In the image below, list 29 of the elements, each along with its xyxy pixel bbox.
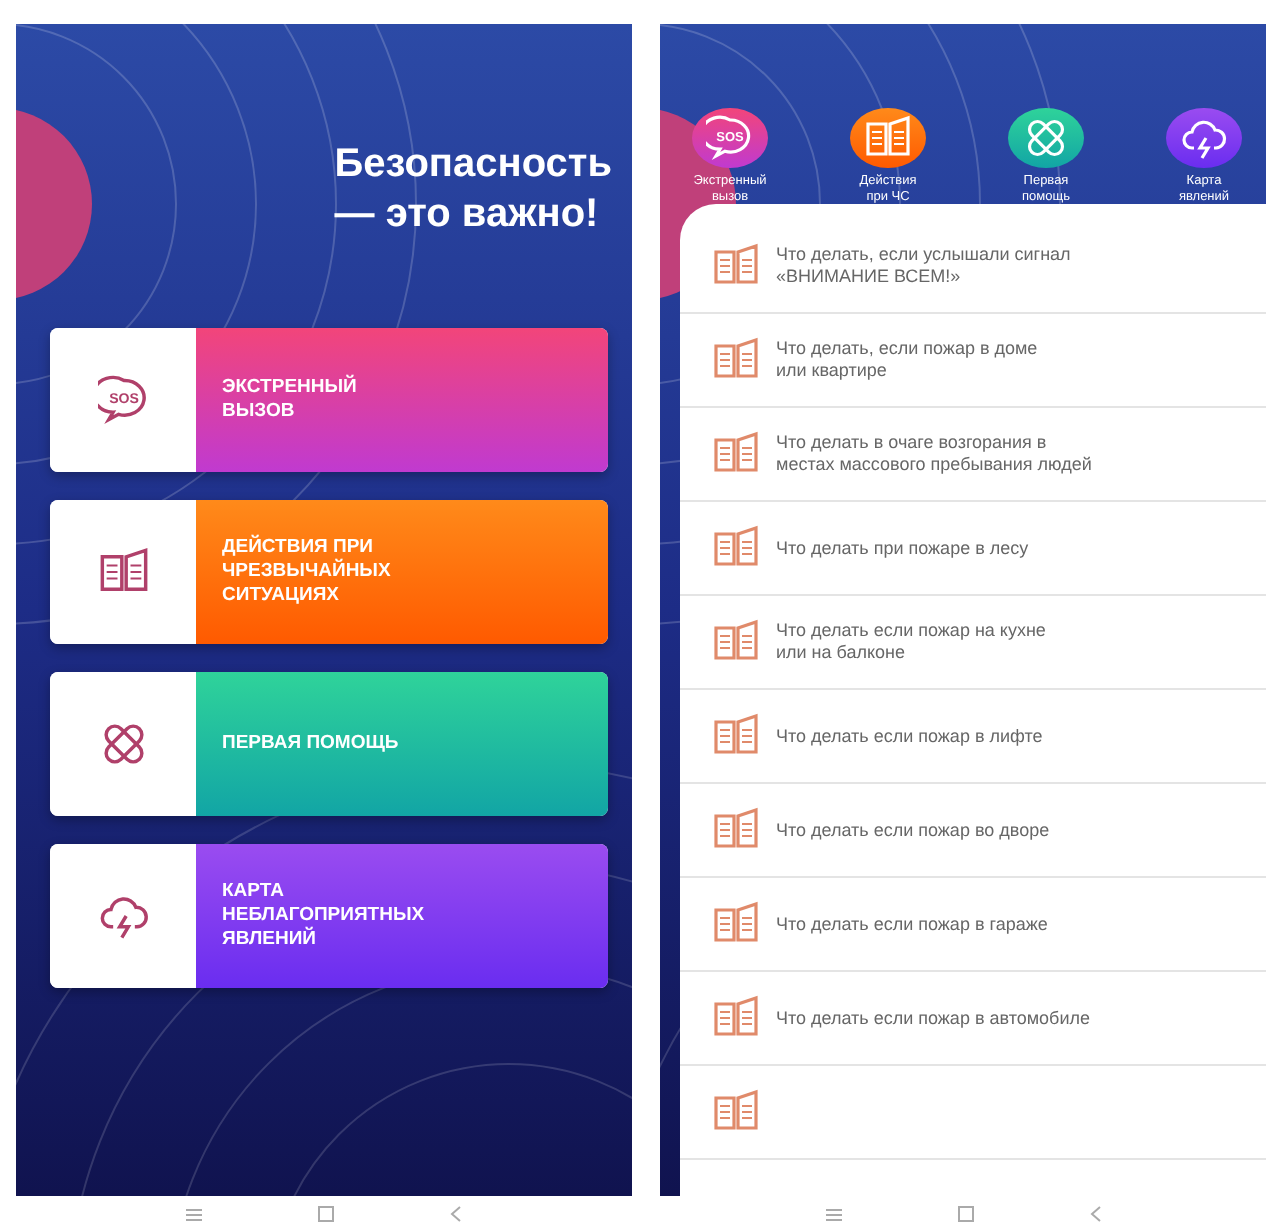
- menu-icon[interactable]: [186, 1207, 202, 1221]
- open-book-icon: [712, 618, 760, 666]
- menu-icon[interactable]: [825, 1207, 841, 1221]
- open-book-icon: [712, 430, 760, 478]
- square-icon[interactable]: [957, 1206, 973, 1222]
- category-card[interactable]: КАРТА НЕБЛАГОПРИЯТНЫХ ЯВЛЕНИЙ: [50, 844, 608, 988]
- back-icon[interactable]: [450, 1206, 462, 1222]
- article-item[interactable]: Что делать если пожар в гараже: [680, 878, 1266, 972]
- open-book-icon: [712, 336, 760, 384]
- open-book-icon: [712, 712, 760, 760]
- open-book-icon: [712, 524, 760, 572]
- open-book-icon: [712, 994, 760, 1042]
- open-book-icon: [864, 114, 912, 162]
- open-book-icon: [712, 806, 760, 854]
- app-headline: Безопасность — это важно!: [334, 140, 612, 240]
- article-item[interactable]: Что делать если пожар во дворе: [680, 784, 1266, 878]
- article-item[interactable]: Что делать, если услышали сигнал «ВНИМАНИЕ ВСЕМ!»: [680, 220, 1266, 314]
- square-icon[interactable]: [318, 1206, 334, 1222]
- bandage-cross-icon: [1022, 114, 1070, 162]
- article-item[interactable]: Что делать при пожаре в лесу: [680, 502, 1266, 596]
- article-item[interactable]: Что делать, если пожар в доме или квартире: [680, 314, 1266, 408]
- open-book-icon: [712, 1088, 760, 1136]
- article-item[interactable]: Что делать если пожар в автомобиле: [680, 972, 1266, 1066]
- article-item[interactable]: Что делать если пожар в лифте: [680, 690, 1266, 784]
- article-item[interactable]: Что делать если пожар на кухне или на балконе: [680, 596, 1266, 690]
- back-icon[interactable]: [1089, 1206, 1101, 1222]
- open-book-icon: [712, 242, 760, 290]
- open-book-icon: [712, 900, 760, 948]
- article-item[interactable]: Что делать в очаге возгорания в местах массового пребывания людей: [680, 408, 1266, 502]
